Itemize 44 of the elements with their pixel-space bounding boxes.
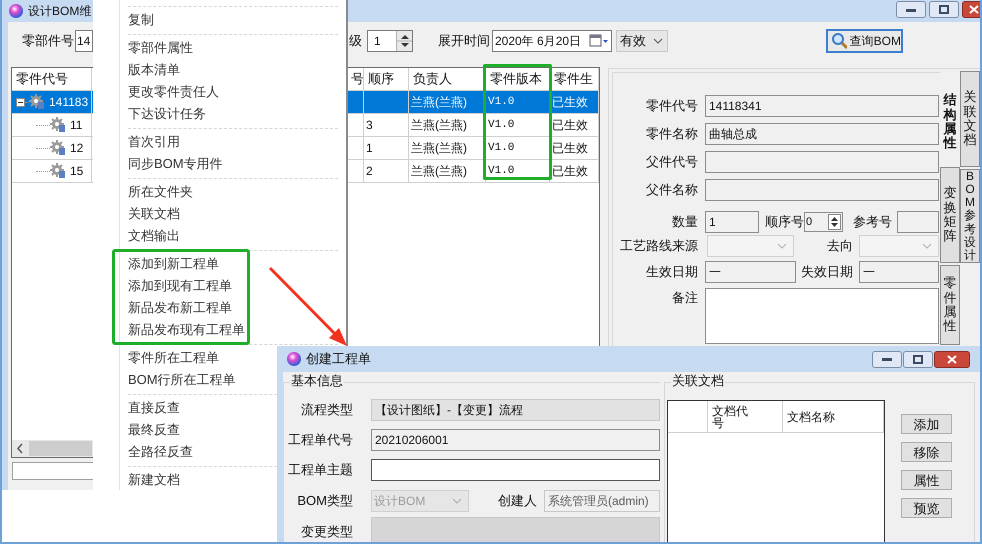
field-label: 备注: [671, 289, 698, 307]
group-title: 关联文档: [671, 374, 725, 387]
field-label: 流程类型: [300, 401, 353, 420]
field-label: 失效日期: [801, 263, 853, 282]
dialog-title: 创建工程单: [306, 350, 371, 368]
field-label: 数量: [671, 213, 698, 232]
field-label: 级: [349, 32, 362, 50]
field-label: 工程单代号: [287, 431, 353, 450]
table-cell: 1: [366, 141, 373, 155]
table-cell: V1.0: [488, 119, 514, 131]
table-cell: 3: [366, 118, 373, 132]
table-cell: 已生效: [552, 95, 588, 109]
group-title: 基本信息: [290, 374, 344, 387]
field-label: 父件名称: [645, 181, 698, 200]
field-label: 父件代号: [645, 153, 698, 172]
field-label: 工艺路线来源: [619, 237, 698, 256]
table-cell-text: 11: [70, 117, 82, 134]
table-cell: 兰燕(兰燕): [411, 141, 467, 155]
table-cell: 已生效: [552, 141, 588, 155]
field-label: 工程单主题: [287, 461, 353, 480]
window-title: 设计BOM维: [28, 5, 92, 17]
table-cell: 已生效: [552, 118, 588, 132]
field-label: 展开时间: [438, 32, 490, 50]
field-label: 零件代号: [645, 97, 698, 116]
table-cell-text: 15: [70, 163, 84, 180]
table-cell: 已生效: [552, 164, 588, 178]
table-cell: V1.0: [488, 96, 514, 108]
table-cell: 2: [366, 164, 373, 178]
table-cell-text: 12: [70, 140, 84, 157]
field-label: 生效日期: [645, 263, 698, 282]
table-cell: 兰燕(兰燕): [411, 164, 467, 178]
field-label: 创建人: [498, 492, 537, 510]
field-label: 零部件号: [22, 32, 74, 50]
field-label: 参考号: [853, 213, 892, 232]
table-cell: V1.0: [488, 165, 514, 177]
field-label: 变更类型: [300, 523, 353, 542]
table-cell: 兰燕(兰燕): [411, 95, 467, 109]
field-label: 顺序号: [765, 213, 804, 232]
field-label: 零件名称: [645, 125, 698, 144]
table-cell: V1.0: [488, 142, 514, 154]
field-label: 去向: [827, 237, 853, 256]
table-cell-text: 141183: [49, 94, 88, 111]
table-cell: 兰燕(兰燕): [411, 118, 467, 132]
field-label: BOM类型: [296, 492, 353, 510]
